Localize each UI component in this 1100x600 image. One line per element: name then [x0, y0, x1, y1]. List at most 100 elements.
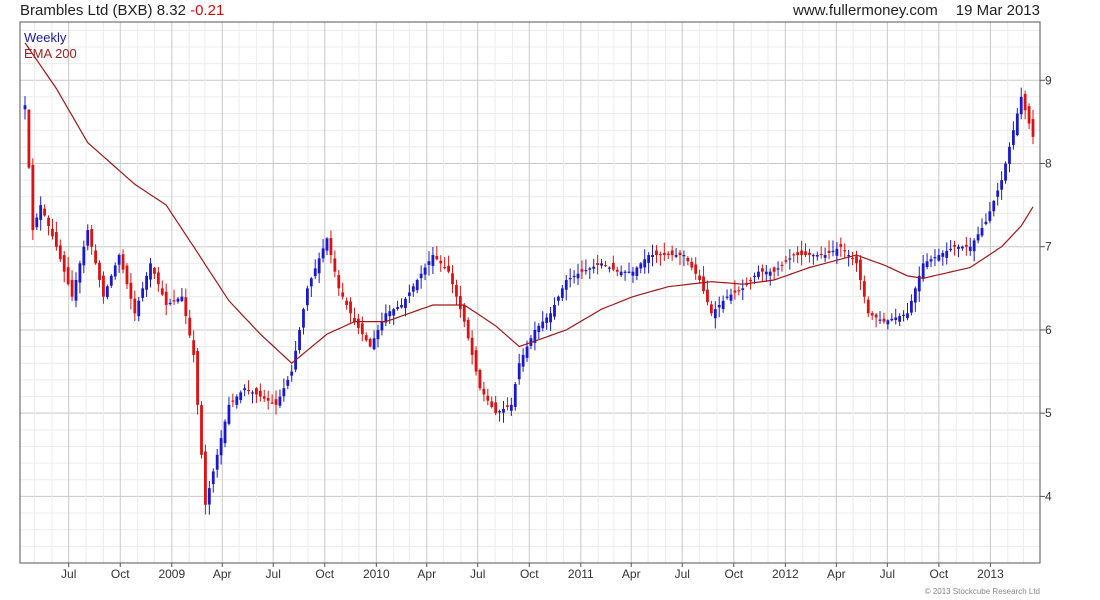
- candle: [674, 248, 678, 259]
- y-tick-label: 4: [1045, 489, 1052, 503]
- candle-body: [749, 279, 753, 282]
- candle-body: [588, 268, 592, 270]
- candle: [760, 264, 764, 282]
- candle: [670, 245, 674, 261]
- candle: [545, 313, 549, 330]
- candle-body: [874, 314, 878, 318]
- candle: [709, 300, 713, 317]
- candle: [874, 313, 878, 328]
- x-tick-label: Oct: [930, 567, 949, 581]
- candle-body: [156, 272, 160, 285]
- candle: [572, 270, 576, 284]
- candle: [584, 259, 588, 275]
- candle-body: [741, 288, 745, 290]
- candle: [180, 287, 184, 303]
- candle-body: [396, 307, 400, 309]
- candle-body: [619, 271, 623, 276]
- candle: [996, 182, 1000, 206]
- candle: [898, 313, 902, 327]
- candle: [372, 330, 376, 351]
- candle: [298, 327, 301, 354]
- candle-body: [937, 255, 941, 261]
- candle: [286, 375, 290, 390]
- candle: [643, 249, 647, 274]
- candle: [247, 380, 250, 395]
- candle: [827, 240, 831, 260]
- candle-body: [141, 288, 145, 298]
- candle-body: [211, 471, 215, 485]
- candle: [819, 246, 823, 259]
- candle-body: [1015, 113, 1019, 136]
- y-tick-label: 8: [1045, 156, 1052, 170]
- candle-body: [811, 255, 815, 257]
- candle-body: [407, 292, 411, 296]
- candle-body: [572, 275, 576, 278]
- x-tick-label: 2011: [568, 567, 594, 581]
- candle-body: [560, 288, 564, 298]
- candle: [153, 266, 156, 279]
- candle-body: [333, 258, 337, 272]
- candle-body: [494, 402, 498, 414]
- candle-body: [655, 250, 658, 256]
- candle-body: [74, 280, 78, 301]
- candle: [160, 280, 164, 296]
- candle: [274, 390, 278, 415]
- candle-body: [419, 273, 423, 279]
- candle-body: [98, 262, 101, 281]
- candle: [235, 394, 239, 409]
- candle: [192, 330, 196, 363]
- candle: [831, 240, 835, 257]
- candle: [588, 266, 592, 279]
- candle: [451, 265, 454, 294]
- candle-body: [204, 451, 207, 505]
- candle: [109, 274, 113, 289]
- candle-body: [698, 275, 702, 281]
- candle: [211, 468, 215, 493]
- candle: [655, 245, 658, 263]
- candle-body: [627, 271, 631, 273]
- candle-body: [733, 290, 737, 293]
- candle-body: [592, 266, 596, 269]
- x-tick-label: Oct: [520, 567, 539, 581]
- candle-body: [27, 109, 31, 168]
- candle-body: [859, 259, 862, 281]
- candle: [200, 401, 203, 459]
- candle-body: [604, 265, 607, 267]
- candle-body: [125, 265, 129, 285]
- candle-body: [482, 388, 486, 395]
- candle: [415, 278, 419, 294]
- candle-body: [608, 267, 611, 269]
- candle-body: [760, 268, 764, 272]
- candle-body: [611, 262, 615, 270]
- candle-body: [1008, 146, 1011, 164]
- candle-body: [815, 255, 819, 257]
- candle-body: [129, 282, 133, 299]
- candle-body: [90, 229, 94, 247]
- candle: [1023, 90, 1027, 120]
- candle-body: [255, 388, 258, 395]
- candle: [690, 257, 694, 271]
- candle-body: [82, 246, 86, 266]
- candle-body: [404, 298, 407, 309]
- candle: [345, 297, 349, 310]
- candle: [1000, 171, 1004, 200]
- candle: [882, 312, 886, 324]
- candle: [823, 247, 827, 263]
- candle-body: [713, 309, 717, 319]
- candle: [1011, 121, 1015, 150]
- candle-body: [180, 296, 184, 301]
- candle: [364, 332, 368, 342]
- candle: [513, 382, 517, 411]
- candle: [984, 213, 988, 226]
- price-chart: 4 5 6 7 8 9 Jul Oct 2009 Apr Jul Oct 2010 Apr Jul Oct 2…: [19, 21, 1052, 581]
- candle-body: [721, 300, 725, 310]
- candle-body: [796, 252, 800, 256]
- candle-body: [737, 290, 741, 292]
- candle: [407, 284, 411, 303]
- candle: [772, 266, 776, 281]
- candle-body: [470, 337, 474, 355]
- candle-body: [878, 319, 882, 321]
- candle-body: [702, 276, 705, 292]
- candle-body: [564, 280, 568, 290]
- candle-body: [690, 261, 694, 268]
